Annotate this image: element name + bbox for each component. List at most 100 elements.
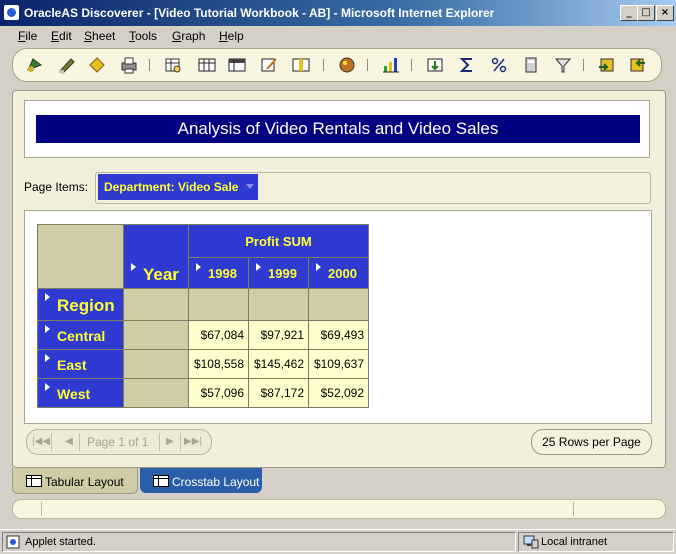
corner-cell [37,224,124,289]
year-column-header[interactable]: 1998 [189,258,249,289]
page-indicator: Page 1 of 1 [87,435,149,449]
row-header-east[interactable]: East [37,350,124,379]
year-label: 2000 [328,266,357,281]
previous-page-button[interactable]: ◀ [59,433,80,451]
data-cell[interactable]: $109,637 [309,350,369,379]
blank-cell [249,289,309,321]
window-title: OracleAS Discoverer - [Video Tutorial Wo… [24,6,495,20]
data-cell[interactable]: $57,096 [189,379,249,408]
status-text: Applet started. [25,536,96,548]
sum-icon[interactable] [457,55,477,75]
blank-cell [124,379,189,408]
data-cell[interactable]: $69,493 [309,321,369,350]
toolbar-separator [367,59,368,71]
drill-triangle-icon[interactable] [131,263,136,271]
close-button[interactable]: × [656,5,674,21]
print-icon[interactable] [119,55,139,75]
data-cell[interactable]: $52,092 [309,379,369,408]
save-icon[interactable] [87,55,107,75]
toolbar-separator [149,59,150,71]
region-label: Central [57,328,106,344]
table-icon [26,475,42,487]
maximize-button[interactable]: □ [637,5,655,21]
bottom-scrollbar[interactable] [12,499,666,519]
data-cell[interactable]: $87,172 [249,379,309,408]
measure-label: Profit SUM [245,234,312,249]
blank-cell [124,289,189,321]
menu-tools[interactable]: Tools [129,29,157,43]
menu-edit[interactable]: Edit [51,29,72,43]
chart-icon[interactable] [381,55,401,75]
region-label: West [57,386,91,402]
zone-text: Local intranet [541,536,608,548]
tab-crosstab-layout[interactable]: Crosstab Layout [140,468,262,493]
status-bar: Applet started. Local intranet [0,529,676,554]
status-text-pane: Applet started. [2,532,516,552]
divider [41,502,42,516]
department-dropdown[interactable]: Department: Video Sale [98,174,258,200]
edit-sheet-icon[interactable] [259,55,279,75]
drill-triangle-icon[interactable] [45,354,50,362]
query-icon[interactable] [163,55,183,75]
blank-cell [309,289,369,321]
menu-bar: File Edit Sheet Tools Graph Help [0,26,676,46]
menu-sheet[interactable]: Sheet [84,29,115,43]
tab-label: Tabular Layout [45,475,124,489]
last-page-button[interactable]: ▶▶| [183,433,203,451]
divider [573,502,574,516]
data-cell[interactable]: $67,084 [189,321,249,350]
table-icon[interactable] [197,55,217,75]
blank-cell [124,350,189,379]
drill-triangle-icon[interactable] [45,383,50,391]
data-cell[interactable]: $145,462 [249,350,309,379]
column-item-header[interactable]: Year [124,224,189,289]
minimize-button[interactable]: _ [620,5,638,21]
percent-icon[interactable] [489,55,509,75]
pager: |◀◀ ◀ Page 1 of 1 ▶ ▶▶| [26,429,212,455]
data-cell[interactable]: $97,921 [249,321,309,350]
drill-triangle-icon[interactable] [196,263,201,271]
export-icon[interactable] [425,55,445,75]
rows-per-page-button[interactable]: 25 Rows per Page [531,429,652,455]
drill-triangle-icon[interactable] [45,325,50,333]
data-cell[interactable]: $108,558 [189,350,249,379]
year-column-header[interactable]: 1999 [249,258,309,289]
zone-pane: Local intranet [518,532,674,552]
page-items-label: Page Items: [24,180,89,194]
toolbar-separator [323,59,324,71]
chevron-down-icon[interactable] [246,184,254,189]
drill-in-icon[interactable] [597,55,617,75]
toolbar-separator [583,59,584,71]
measure-header: Profit SUM [189,224,369,258]
tab-tabular-layout[interactable]: Tabular Layout [12,468,138,494]
menu-graph[interactable]: Graph [172,29,205,43]
department-value: Department: Video Sale [104,180,239,194]
crosstab-icon[interactable] [227,55,247,75]
year-column-header[interactable]: 2000 [309,258,369,289]
palette-icon[interactable] [337,55,357,75]
menu-help[interactable]: Help [219,29,244,43]
menu-file[interactable]: File [18,29,37,43]
filter-icon[interactable] [553,55,573,75]
next-page-button[interactable]: ▶ [159,433,181,451]
toolbar [12,48,662,82]
drill-out-icon[interactable] [627,55,647,75]
window-title-bar: OracleAS Discoverer - [Video Tutorial Wo… [0,0,676,26]
page-icon [6,535,20,549]
drill-triangle-icon[interactable] [45,293,50,301]
local-intranet-icon [523,535,539,549]
blank-cell [189,289,249,321]
drill-triangle-icon[interactable] [256,263,261,271]
open-icon[interactable] [25,55,45,75]
region-header: Region [57,296,115,315]
row-header-west[interactable]: West [37,379,124,408]
first-page-button[interactable]: |◀◀ [31,433,52,451]
drill-triangle-icon[interactable] [316,263,321,271]
columns-icon[interactable] [291,55,311,75]
row-item-header[interactable]: Region [37,289,124,321]
tab-label: Crosstab Layout [172,475,260,489]
calculate-icon[interactable] [521,55,541,75]
year-label: 1998 [208,266,237,281]
edit-icon[interactable] [57,55,77,75]
row-header-central[interactable]: Central [37,321,124,350]
